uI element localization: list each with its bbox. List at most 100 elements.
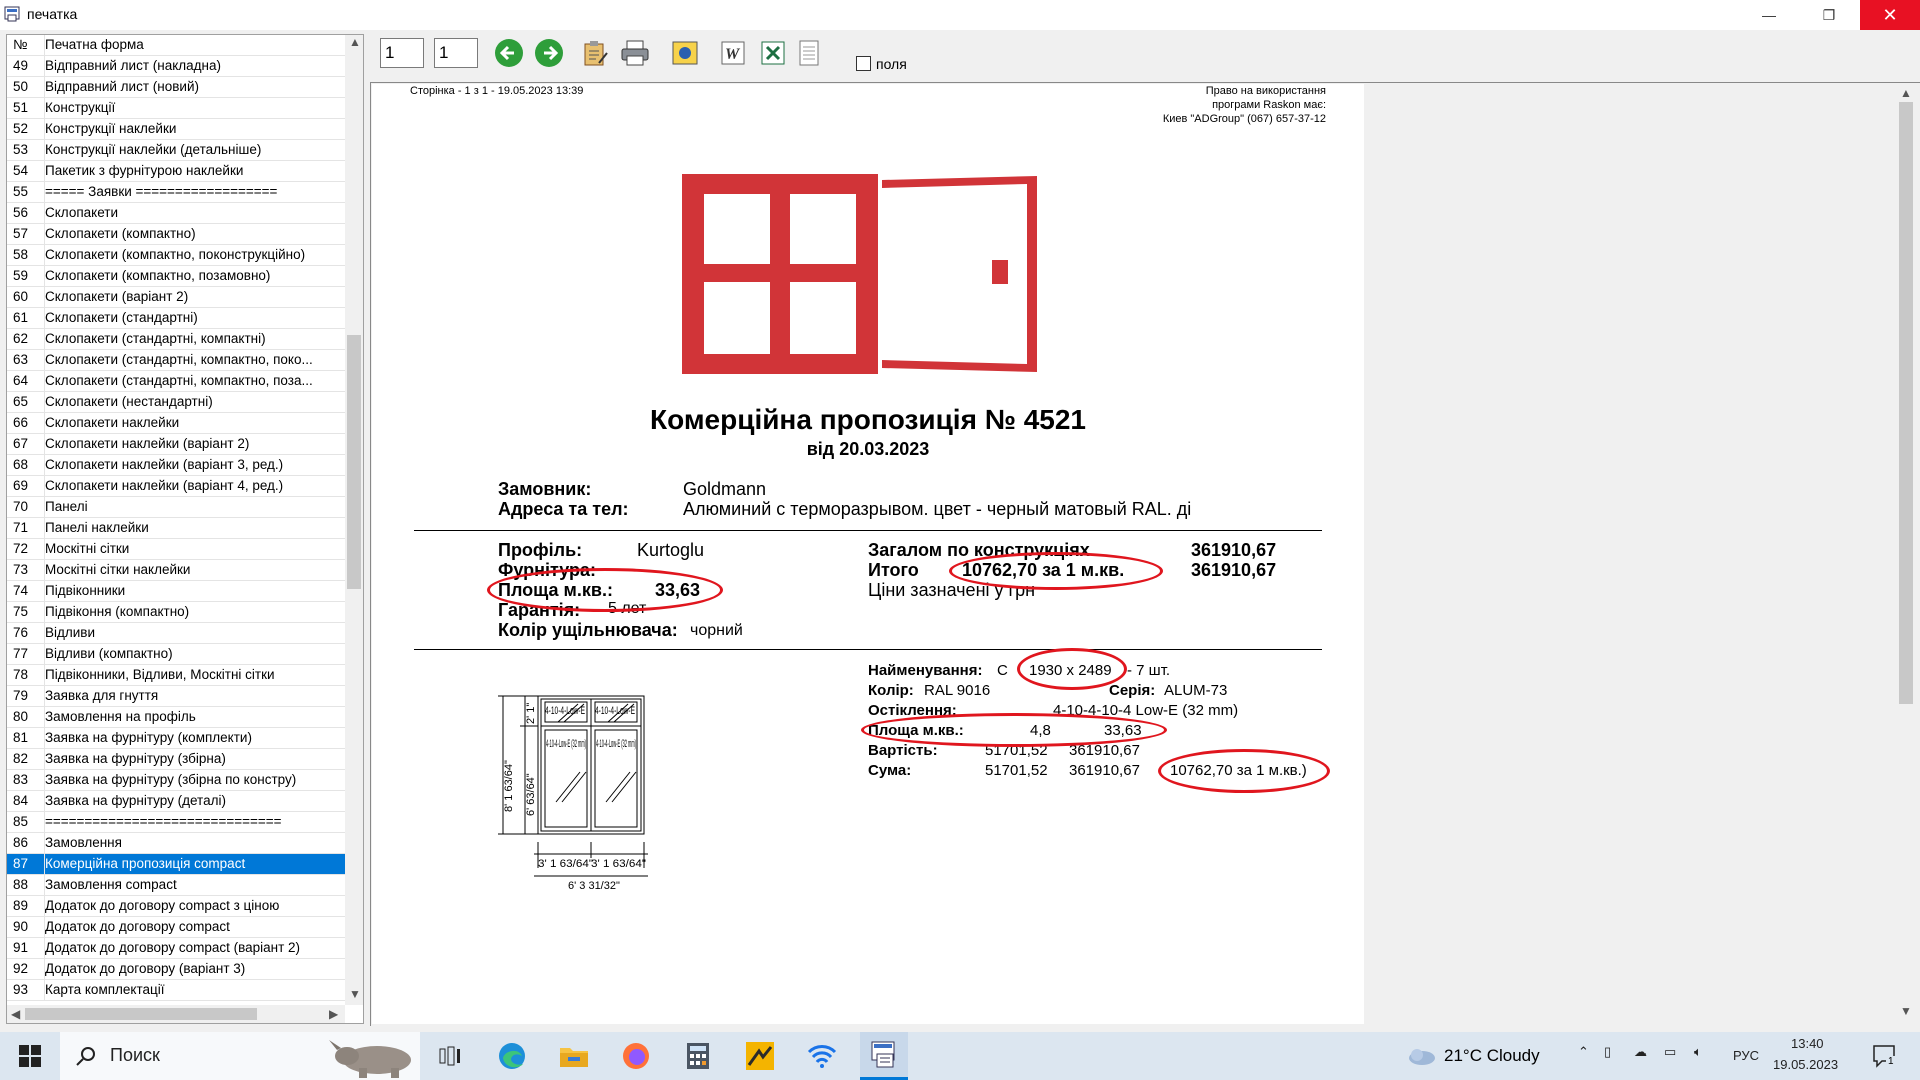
list-item[interactable]: 86 Замовлення — [7, 833, 345, 854]
address-label: Адреса та тел: — [498, 499, 629, 519]
list-item[interactable]: 67 Склопакети наклейки (варіант 2) — [7, 434, 345, 455]
list-item[interactable]: 83 Заявка на фурнітуру (збірна по констру… — [7, 770, 345, 791]
drawing-pane-top-left: 4-10-4-Low-E — [545, 705, 585, 717]
notification-button[interactable]: 1 — [1872, 1044, 1898, 1071]
language-indicator[interactable]: РУС — [1733, 1048, 1759, 1063]
list-item[interactable]: 60 Склопакети (варіант 2) — [7, 287, 345, 308]
list-item[interactable]: 76 Відливи — [7, 623, 345, 644]
list-item[interactable]: 81 Заявка на фурнітуру (комплекти) — [7, 728, 345, 749]
list-item[interactable]: 84 Заявка на фурнітуру (деталі) — [7, 791, 345, 812]
list-item[interactable]: 65 Склопакети (нестандартні) — [7, 392, 345, 413]
list-item[interactable]: 57 Склопакети (компактно) — [7, 224, 345, 245]
list-item-number: 51 — [13, 100, 29, 115]
scroll-up-icon[interactable]: ▲ — [349, 35, 361, 49]
taskbar-print-app-active[interactable] — [860, 1032, 908, 1080]
list-item-title: Заявка на фурнітуру (збірна по констру) — [45, 772, 297, 787]
print-button[interactable] — [618, 36, 652, 70]
list-item[interactable]: 72 Москітні сітки — [7, 539, 345, 560]
onedrive-icon[interactable]: ☁ — [1634, 1044, 1647, 1060]
export-image-button[interactable] — [668, 36, 702, 70]
list-item[interactable]: 90 Додаток до договору compact — [7, 917, 345, 938]
list-item-title: Панелі — [45, 499, 88, 514]
start-button[interactable] — [6, 1038, 54, 1074]
export-excel-button[interactable] — [756, 36, 790, 70]
export-word-button[interactable]: W — [716, 36, 750, 70]
list-item[interactable]: 62 Склопакети (стандартні, компактні) — [7, 329, 345, 350]
fields-checkbox[interactable] — [856, 56, 871, 71]
list-item[interactable]: 80 Замовлення на профіль — [7, 707, 345, 728]
list-item[interactable]: 54 Пакетик з фурнітурою наклейки — [7, 161, 345, 182]
scroll-up-icon[interactable]: ▲ — [1900, 86, 1912, 100]
preview-vertical-scrollbar[interactable]: ▲ ▼ — [1896, 84, 1916, 1024]
list-item[interactable]: 71 Панелі наклейки — [7, 518, 345, 539]
list-item[interactable]: 61 Склопакети (стандартні) — [7, 308, 345, 329]
edit-report-button[interactable] — [578, 36, 612, 70]
list-item[interactable]: 73 Москітні сітки наклейки — [7, 560, 345, 581]
list-item[interactable]: 70 Панелі — [7, 497, 345, 518]
list-item[interactable]: 51 Конструкції — [7, 98, 345, 119]
list-item[interactable]: 75 Підвіконня (компактно) — [7, 602, 345, 623]
list-vertical-scrollbar[interactable]: ▲ ▼ — [345, 35, 363, 1005]
notification-count: 1 — [1886, 1056, 1896, 1067]
list-item[interactable]: 55 ===== Заявки ================== — [7, 182, 345, 203]
page-from-input[interactable]: 1 — [380, 38, 424, 68]
scroll-down-icon[interactable]: ▼ — [349, 987, 361, 1001]
chevron-up-icon[interactable]: ⌃ — [1578, 1044, 1589, 1060]
list-item[interactable]: 78 Підвіконники, Відливи, Москітні сітки — [7, 665, 345, 686]
list-item[interactable]: 74 Підвіконники — [7, 581, 345, 602]
scroll-down-icon[interactable]: ▼ — [1900, 1004, 1912, 1018]
list-item[interactable]: 69 Склопакети наклейки (варіант 4, ред.) — [7, 476, 345, 497]
list-item[interactable]: 91 Додаток до договору compact (варіант 2… — [7, 938, 345, 959]
scroll-left-icon[interactable]: ◀ — [11, 1007, 20, 1021]
list-item[interactable]: 63 Склопакети (стандартні, компактно, пок… — [7, 350, 345, 371]
print-forms-list[interactable]: № Печатна форма 49 Відправний лист (накла… — [6, 34, 364, 1024]
maximize-button[interactable]: ❐ — [1806, 0, 1852, 30]
calculator-icon — [687, 1043, 709, 1069]
prev-page-button[interactable] — [492, 36, 526, 70]
list-item[interactable]: 93 Карта комплектації — [7, 980, 345, 1001]
next-page-button[interactable] — [532, 36, 566, 70]
list-item[interactable]: 56 Склопакети — [7, 203, 345, 224]
list-item[interactable]: 88 Замовлення compact — [7, 875, 345, 896]
list-item[interactable]: 92 Додаток до договору (варіант 3) — [7, 959, 345, 980]
list-item[interactable]: 77 Відливи (компактно) — [7, 644, 345, 665]
search-box[interactable]: Поиск — [60, 1032, 420, 1080]
minimize-button[interactable]: — — [1746, 0, 1792, 30]
list-item[interactable]: 53 Конструкції наклейки (детальніше) — [7, 140, 345, 161]
taskbar-calculator[interactable] — [674, 1038, 722, 1074]
list-item[interactable]: 59 Склопакети (компактно, позамовно) — [7, 266, 345, 287]
volume-icon[interactable]: 🔈︎ — [1694, 1044, 1702, 1060]
itogo-label: Итого — [868, 560, 919, 580]
device-icon[interactable]: ▯ — [1604, 1044, 1611, 1060]
list-item[interactable]: 87 Комерційна пропозиція compact — [7, 854, 345, 875]
list-item[interactable]: 64 Склопакети (стандартні, компактно, поз… — [7, 371, 345, 392]
page-to-input[interactable]: 1 — [434, 38, 478, 68]
scroll-right-icon[interactable]: ▶ — [329, 1007, 338, 1021]
list-item[interactable]: 89 Додаток до договору compact з ціною — [7, 896, 345, 917]
list-item[interactable]: 50 Відправний лист (новий) — [7, 77, 345, 98]
list-horizontal-scrollbar[interactable]: ◀ ▶ — [7, 1005, 345, 1023]
clock-time[interactable]: 13:40 — [1791, 1036, 1824, 1051]
list-item[interactable]: 66 Склопакети наклейки — [7, 413, 345, 434]
preview-scroll-thumb[interactable] — [1899, 102, 1913, 704]
list-item[interactable]: 79 Заявка для гнуття — [7, 686, 345, 707]
taskbar-raskon[interactable] — [736, 1038, 784, 1074]
network-icon[interactable]: ▭ — [1664, 1044, 1676, 1060]
taskbar-firefox[interactable] — [612, 1038, 660, 1074]
list-item[interactable]: 58 Склопакети (компактно, поконструкційно… — [7, 245, 345, 266]
scroll-thumb-horizontal[interactable] — [25, 1008, 257, 1020]
taskbar-network-app[interactable] — [798, 1038, 846, 1074]
clock-date[interactable]: 19.05.2023 — [1773, 1057, 1838, 1072]
export-text-button[interactable] — [792, 36, 826, 70]
task-view-button[interactable] — [426, 1038, 474, 1074]
list-item-title: ============================== — [45, 814, 282, 829]
close-button[interactable]: ✕ — [1860, 0, 1920, 30]
scroll-thumb[interactable] — [347, 335, 361, 589]
list-item[interactable]: 52 Конструкції наклейки — [7, 119, 345, 140]
taskbar-edge[interactable] — [488, 1038, 536, 1074]
list-item[interactable]: 68 Склопакети наклейки (варіант 3, ред.) — [7, 455, 345, 476]
list-item[interactable]: 82 Заявка на фурнітуру (збірна) — [7, 749, 345, 770]
taskbar-file-explorer[interactable] — [550, 1038, 598, 1074]
list-item[interactable]: 85 ============================== — [7, 812, 345, 833]
list-item[interactable]: 49 Відправний лист (накладна) — [7, 56, 345, 77]
